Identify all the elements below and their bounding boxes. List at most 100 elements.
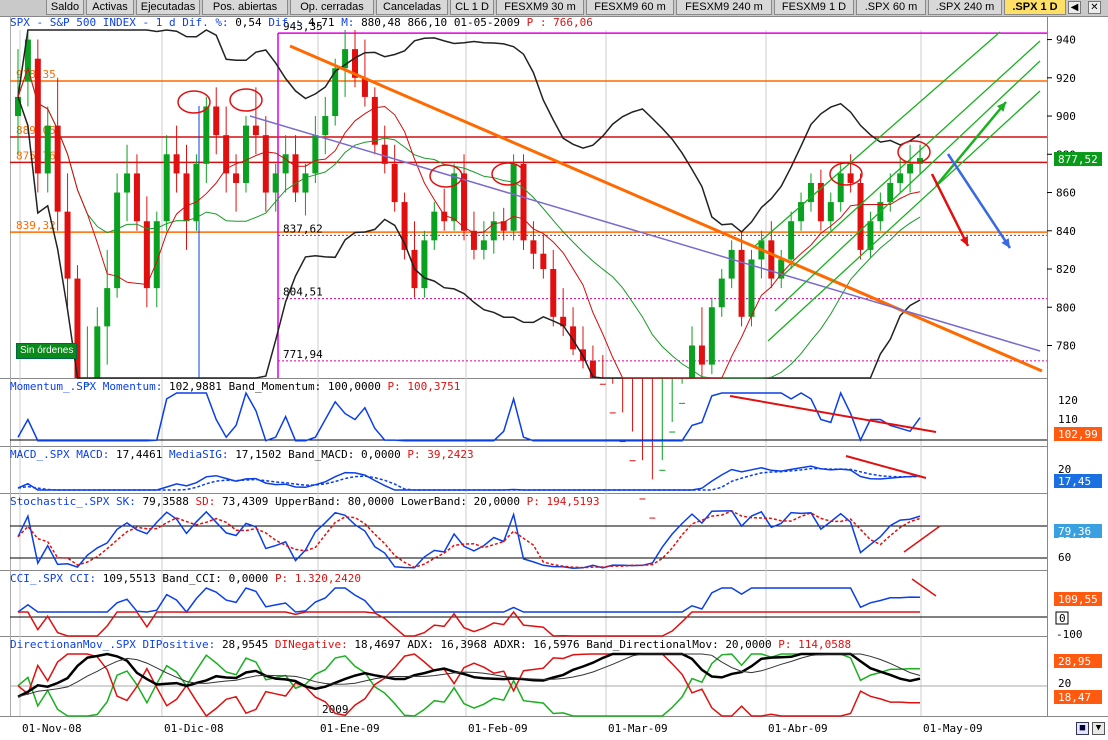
candle-body — [461, 173, 468, 231]
candle-body — [540, 253, 547, 270]
price-header-prefix: SPX - S&P 500 INDEX - 1 d — [10, 16, 176, 29]
candle-body — [837, 173, 844, 203]
close-icon[interactable]: ✕ — [1088, 1, 1101, 14]
cci-tick-1: -100 — [1056, 628, 1083, 641]
tab-canceladas[interactable]: Canceladas — [376, 0, 448, 15]
candle-body — [292, 154, 299, 193]
tab-activas[interactable]: Activas — [86, 0, 134, 15]
date-label-1: 01-Dic-08 — [164, 722, 224, 735]
stochastic-lb-label: LowerBand: — [400, 495, 468, 508]
candle-body — [659, 469, 666, 471]
price-axis-line — [1047, 16, 1048, 716]
candle-body — [679, 402, 686, 404]
panel-separator — [0, 493, 1047, 494]
highlight-circle — [429, 164, 463, 188]
price-and-indicators-svg[interactable]: 01-Nov-08 01-Dic-08 01-Ene-09 01-Feb-09 01-M… — [0, 16, 1108, 737]
dmi-adxr: 16,5976 — [533, 638, 580, 651]
price-tick-label-2: 900 — [1056, 110, 1076, 123]
momentum-tick-1: 110 — [1058, 413, 1078, 426]
stochastic-p-label: P: — [526, 495, 540, 508]
candle-body — [302, 173, 309, 193]
stochastic-name: Stochastic_.SPX SK: — [10, 495, 136, 508]
candle-body — [907, 163, 914, 174]
macd-sig: 17,1502 — [235, 448, 282, 461]
tabs-scroll-left-button[interactable]: ◀ — [1068, 1, 1081, 14]
level-label-5: 837,62 — [283, 222, 323, 235]
tab-spx-60-m[interactable]: .SPX 60 m — [856, 0, 926, 15]
candle-body — [887, 182, 894, 203]
macd-signal-line — [17, 467, 921, 491]
price-tick-label-8: 780 — [1056, 339, 1076, 352]
dmi-tick-0: 20 — [1058, 677, 1071, 690]
momentum-line — [17, 391, 921, 443]
tab-spx-1-d[interactable]: .SPX 1 D — [1004, 0, 1066, 15]
tab-fesxm9-1-d[interactable]: FESXM9 1 D — [774, 0, 854, 15]
date-label-0: 01-Nov-08 — [22, 722, 82, 735]
macd-last-label: 17,45 — [1058, 475, 1091, 488]
candle-body — [371, 96, 378, 145]
stochastic-header: Stochastic_.SPX SK: 79,3588 SD: 73,4309 … — [10, 495, 599, 508]
momentum-p-label: P: — [387, 380, 401, 393]
no-orders-badge[interactable]: Sin órdenes — [16, 343, 78, 359]
tab-fesxm9-60-m[interactable]: FESXM9 60 m — [586, 0, 674, 15]
candle-body — [698, 345, 705, 365]
stochastic-sd: 73,4309 — [221, 495, 269, 508]
cci-value: 109,5513 — [102, 572, 156, 585]
candle-body — [183, 173, 190, 222]
candle-body — [847, 173, 854, 183]
candle-body — [143, 221, 150, 289]
candle-body — [530, 240, 537, 254]
menu-icon[interactable]: ▼ — [1092, 722, 1105, 735]
candle-body — [510, 163, 517, 231]
candle-body — [788, 221, 795, 260]
tab-spx-240-m[interactable]: .SPX 240 m — [928, 0, 1002, 15]
candle-body — [312, 135, 319, 174]
momentum-band: 100,0000 — [327, 380, 381, 393]
m2-value: 866,10 — [407, 16, 448, 29]
date-label-5: 01-Abr-09 — [768, 722, 828, 735]
candle-body — [708, 307, 715, 365]
cci-annotation-line — [911, 578, 937, 597]
candle-body — [193, 163, 200, 222]
tab-fesxm9-240-m[interactable]: FESXM9 240 m — [676, 0, 772, 15]
cci-p-label: P: — [274, 572, 289, 585]
macd-line — [17, 465, 921, 491]
macd-p-label: P: — [407, 448, 421, 461]
candle-body — [827, 202, 834, 222]
candle-body — [272, 173, 279, 193]
tab-fesxm9-30-m[interactable]: FESXM9 30 m — [496, 0, 584, 15]
cci-tick-0: 0 — [1059, 612, 1066, 625]
dmi-band-label: Band_DirectionalMov: — [586, 638, 719, 651]
candle-body — [391, 163, 398, 203]
cci-name: CCI_.SPX CCI: — [10, 572, 97, 585]
candle-body — [550, 269, 557, 317]
blue-arrow-shaft — [946, 153, 1012, 249]
candle-body — [768, 240, 775, 279]
macd-band-label: Band_MACD: — [288, 448, 355, 461]
date-label-4: 01-Mar-09 — [608, 722, 668, 735]
price-tick-label-1: 920 — [1056, 72, 1076, 85]
candle-body — [114, 192, 121, 289]
save-icon[interactable]: ■ — [1076, 722, 1089, 735]
stochastic-lb: 20,0000 — [473, 495, 520, 508]
tab-cl-1-d[interactable]: CL 1 D — [450, 0, 494, 15]
candle-body — [421, 240, 428, 289]
tab-ejecutadas[interactable]: Ejecutadas — [136, 0, 200, 15]
price-tick-label-4: 860 — [1056, 187, 1076, 200]
candle-body — [252, 125, 259, 136]
macd-p: 39,2423 — [427, 448, 474, 461]
candle-body — [233, 173, 240, 183]
stochastic-annotation-line — [903, 525, 941, 553]
momentum-tick-0: 120 — [1058, 394, 1078, 407]
dif-pct-value: 0,54 — [235, 16, 262, 29]
m-value: 880,48 — [361, 16, 401, 29]
candle-body — [728, 249, 735, 279]
chart-area: 01-Nov-08 01-Dic-08 01-Ene-09 01-Feb-09 01-M… — [0, 16, 1108, 737]
tab-saldo[interactable]: Saldo — [46, 0, 84, 15]
cci-band-label: Band_CCI: — [162, 572, 222, 585]
candle-body — [629, 460, 636, 462]
tab-op-cerradas[interactable]: Op. cerradas — [290, 0, 374, 15]
stochastic-sd-label: SD: — [195, 495, 216, 508]
p-value: 766,06 — [553, 16, 593, 29]
tab-pos-abiertas[interactable]: Pos. abiertas — [202, 0, 288, 15]
